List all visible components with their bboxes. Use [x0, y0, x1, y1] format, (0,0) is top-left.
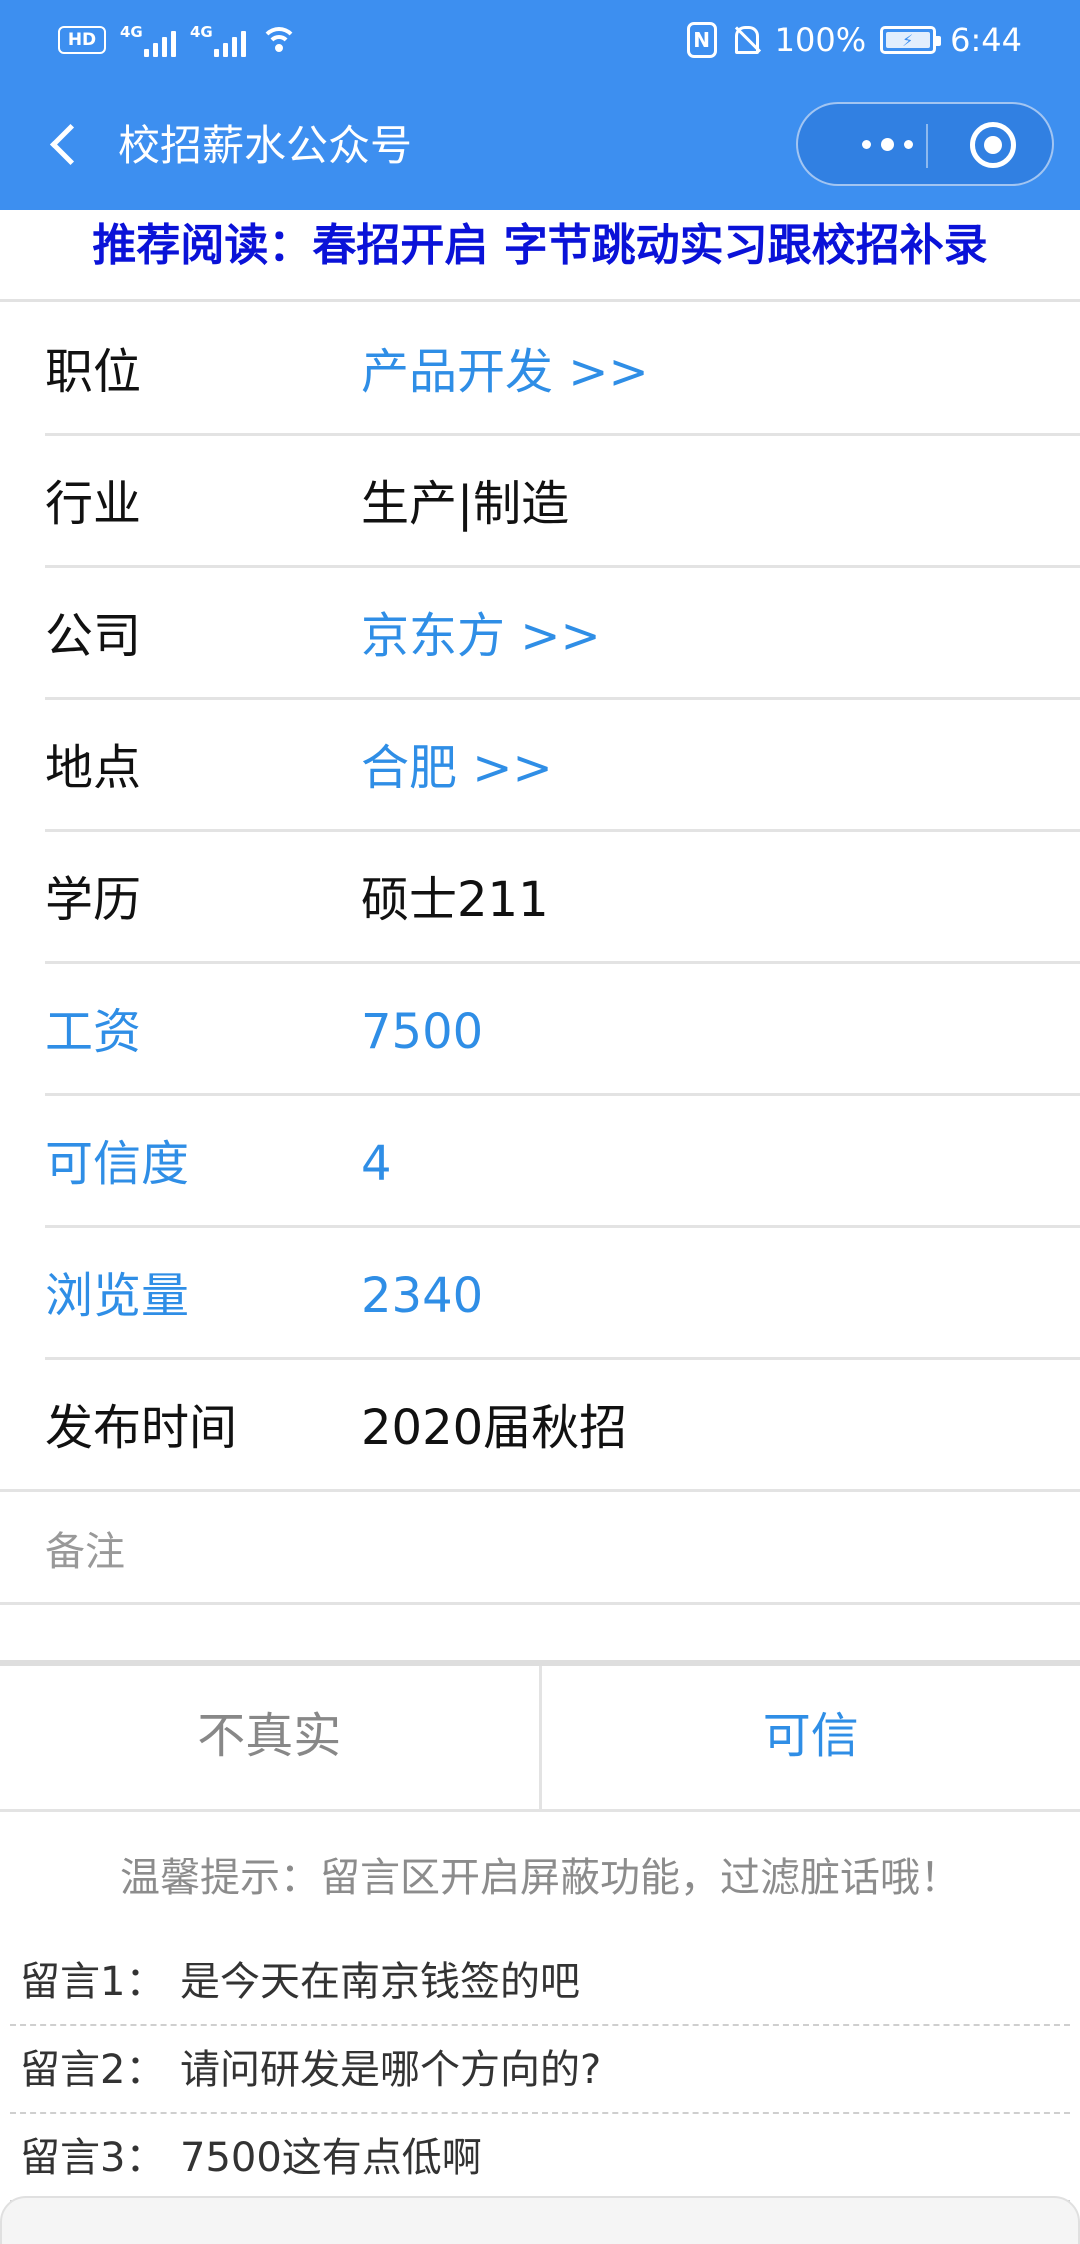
comment-item: 留言1： 是今天在南京钱签的吧: [10, 1938, 1070, 2026]
row-credibility: 可信度 4: [45, 1096, 1080, 1228]
status-right: N 100% ⚡ 6:44: [686, 18, 1022, 62]
comment-text: 是今天在南京钱签的吧: [180, 1959, 580, 2005]
status-bar: HD 4G 4G N 100% ⚡ 6:44: [0, 0, 1080, 80]
recommend-banner[interactable]: 推荐阅读：春招开启 字节跳动实习跟校招补录: [0, 210, 1080, 302]
company-link[interactable]: 京东方 >>: [361, 608, 601, 664]
row-label: 行业: [45, 476, 142, 532]
capsule-divider: [926, 124, 928, 168]
row-label: 浏览量: [45, 1268, 190, 1324]
network-type-label: 4G: [120, 23, 143, 41]
comment-input-sheet[interactable]: [0, 2196, 1080, 2244]
row-location: 地点 合肥 >>: [45, 700, 1080, 832]
comment-item: 留言2： 请问研发是哪个方向的?: [10, 2026, 1070, 2114]
row-education: 学历 硕士211: [45, 832, 1080, 964]
row-label: 可信度: [45, 1136, 190, 1192]
row-value: 7500: [361, 1004, 484, 1060]
comment-text: 请问研发是哪个方向的?: [180, 2047, 602, 2093]
untrue-button[interactable]: 不真实: [0, 1666, 542, 1809]
back-arrow-icon[interactable]: [44, 122, 88, 170]
comment-list: 留言1： 是今天在南京钱签的吧 留言2： 请问研发是哪个方向的? 留言3： 75…: [10, 1938, 1070, 2202]
row-value: 4: [361, 1136, 392, 1192]
row-salary: 工资 7500: [45, 964, 1080, 1096]
nfc-icon: N: [686, 22, 717, 58]
row-label: 公司: [45, 608, 142, 664]
comment-item: 留言3： 7500这有点低啊: [10, 2114, 1070, 2202]
row-label: 职位: [45, 344, 142, 400]
credible-button[interactable]: 可信: [542, 1666, 1080, 1809]
row-value: 生产|制造: [361, 476, 570, 532]
row-publish-time: 发布时间 2020届秋招: [0, 1360, 1080, 1492]
row-views: 浏览量 2340: [45, 1228, 1080, 1360]
battery-percent: 100%: [774, 21, 867, 59]
comment-text: 7500这有点低啊: [180, 2135, 482, 2181]
row-value: 2340: [361, 1268, 484, 1324]
row-value: 硕士211: [361, 872, 549, 928]
row-label: 地点: [45, 740, 142, 796]
status-left: HD 4G 4G: [58, 20, 298, 60]
bell-muted-icon: [731, 24, 761, 56]
position-link[interactable]: 产品开发 >>: [361, 344, 649, 400]
row-label: 发布时间: [45, 1400, 238, 1456]
mini-program-capsule: [796, 102, 1054, 186]
network-type-label-2: 4G: [190, 23, 213, 41]
signal-icon: 4G: [120, 23, 176, 57]
page-title: 校招薪水公众号: [118, 121, 413, 170]
vote-bar: 不真实 可信: [0, 1660, 1080, 1812]
row-label: 工资: [45, 1004, 142, 1060]
location-link[interactable]: 合肥 >>: [361, 740, 553, 796]
wifi-icon: [260, 23, 298, 57]
comment-label: 留言3：: [20, 2135, 166, 2181]
remark-label: 备注: [45, 1529, 125, 1575]
top-bar: HD 4G 4G N 100% ⚡ 6:44 校招薪水公众号: [0, 0, 1080, 210]
remark-field: 备注: [0, 1493, 1080, 1605]
row-company: 公司 京东方 >>: [45, 568, 1080, 700]
signal-icon-2: 4G: [190, 23, 246, 57]
clock: 6:44: [950, 21, 1022, 59]
comment-label: 留言2：: [20, 2047, 166, 2093]
row-industry: 行业 生产|制造: [45, 436, 1080, 568]
navbar: 校招薪水公众号: [0, 90, 1080, 202]
notice-text: 温馨提示：留言区开启屏蔽功能，过滤脏话哦！: [120, 1855, 960, 1901]
row-label: 学历: [45, 872, 142, 928]
comment-label: 留言1：: [20, 1959, 166, 2005]
battery-icon: ⚡: [880, 26, 942, 54]
hd-icon: HD: [58, 26, 106, 54]
row-value: 2020届秋招: [361, 1400, 628, 1456]
close-target-icon[interactable]: [970, 122, 1016, 168]
row-position: 职位 产品开发 >>: [45, 304, 1080, 436]
info-list: 职位 产品开发 >> 行业 生产|制造 公司 京东方 >> 地点 合肥 >> 学…: [0, 304, 1080, 1492]
